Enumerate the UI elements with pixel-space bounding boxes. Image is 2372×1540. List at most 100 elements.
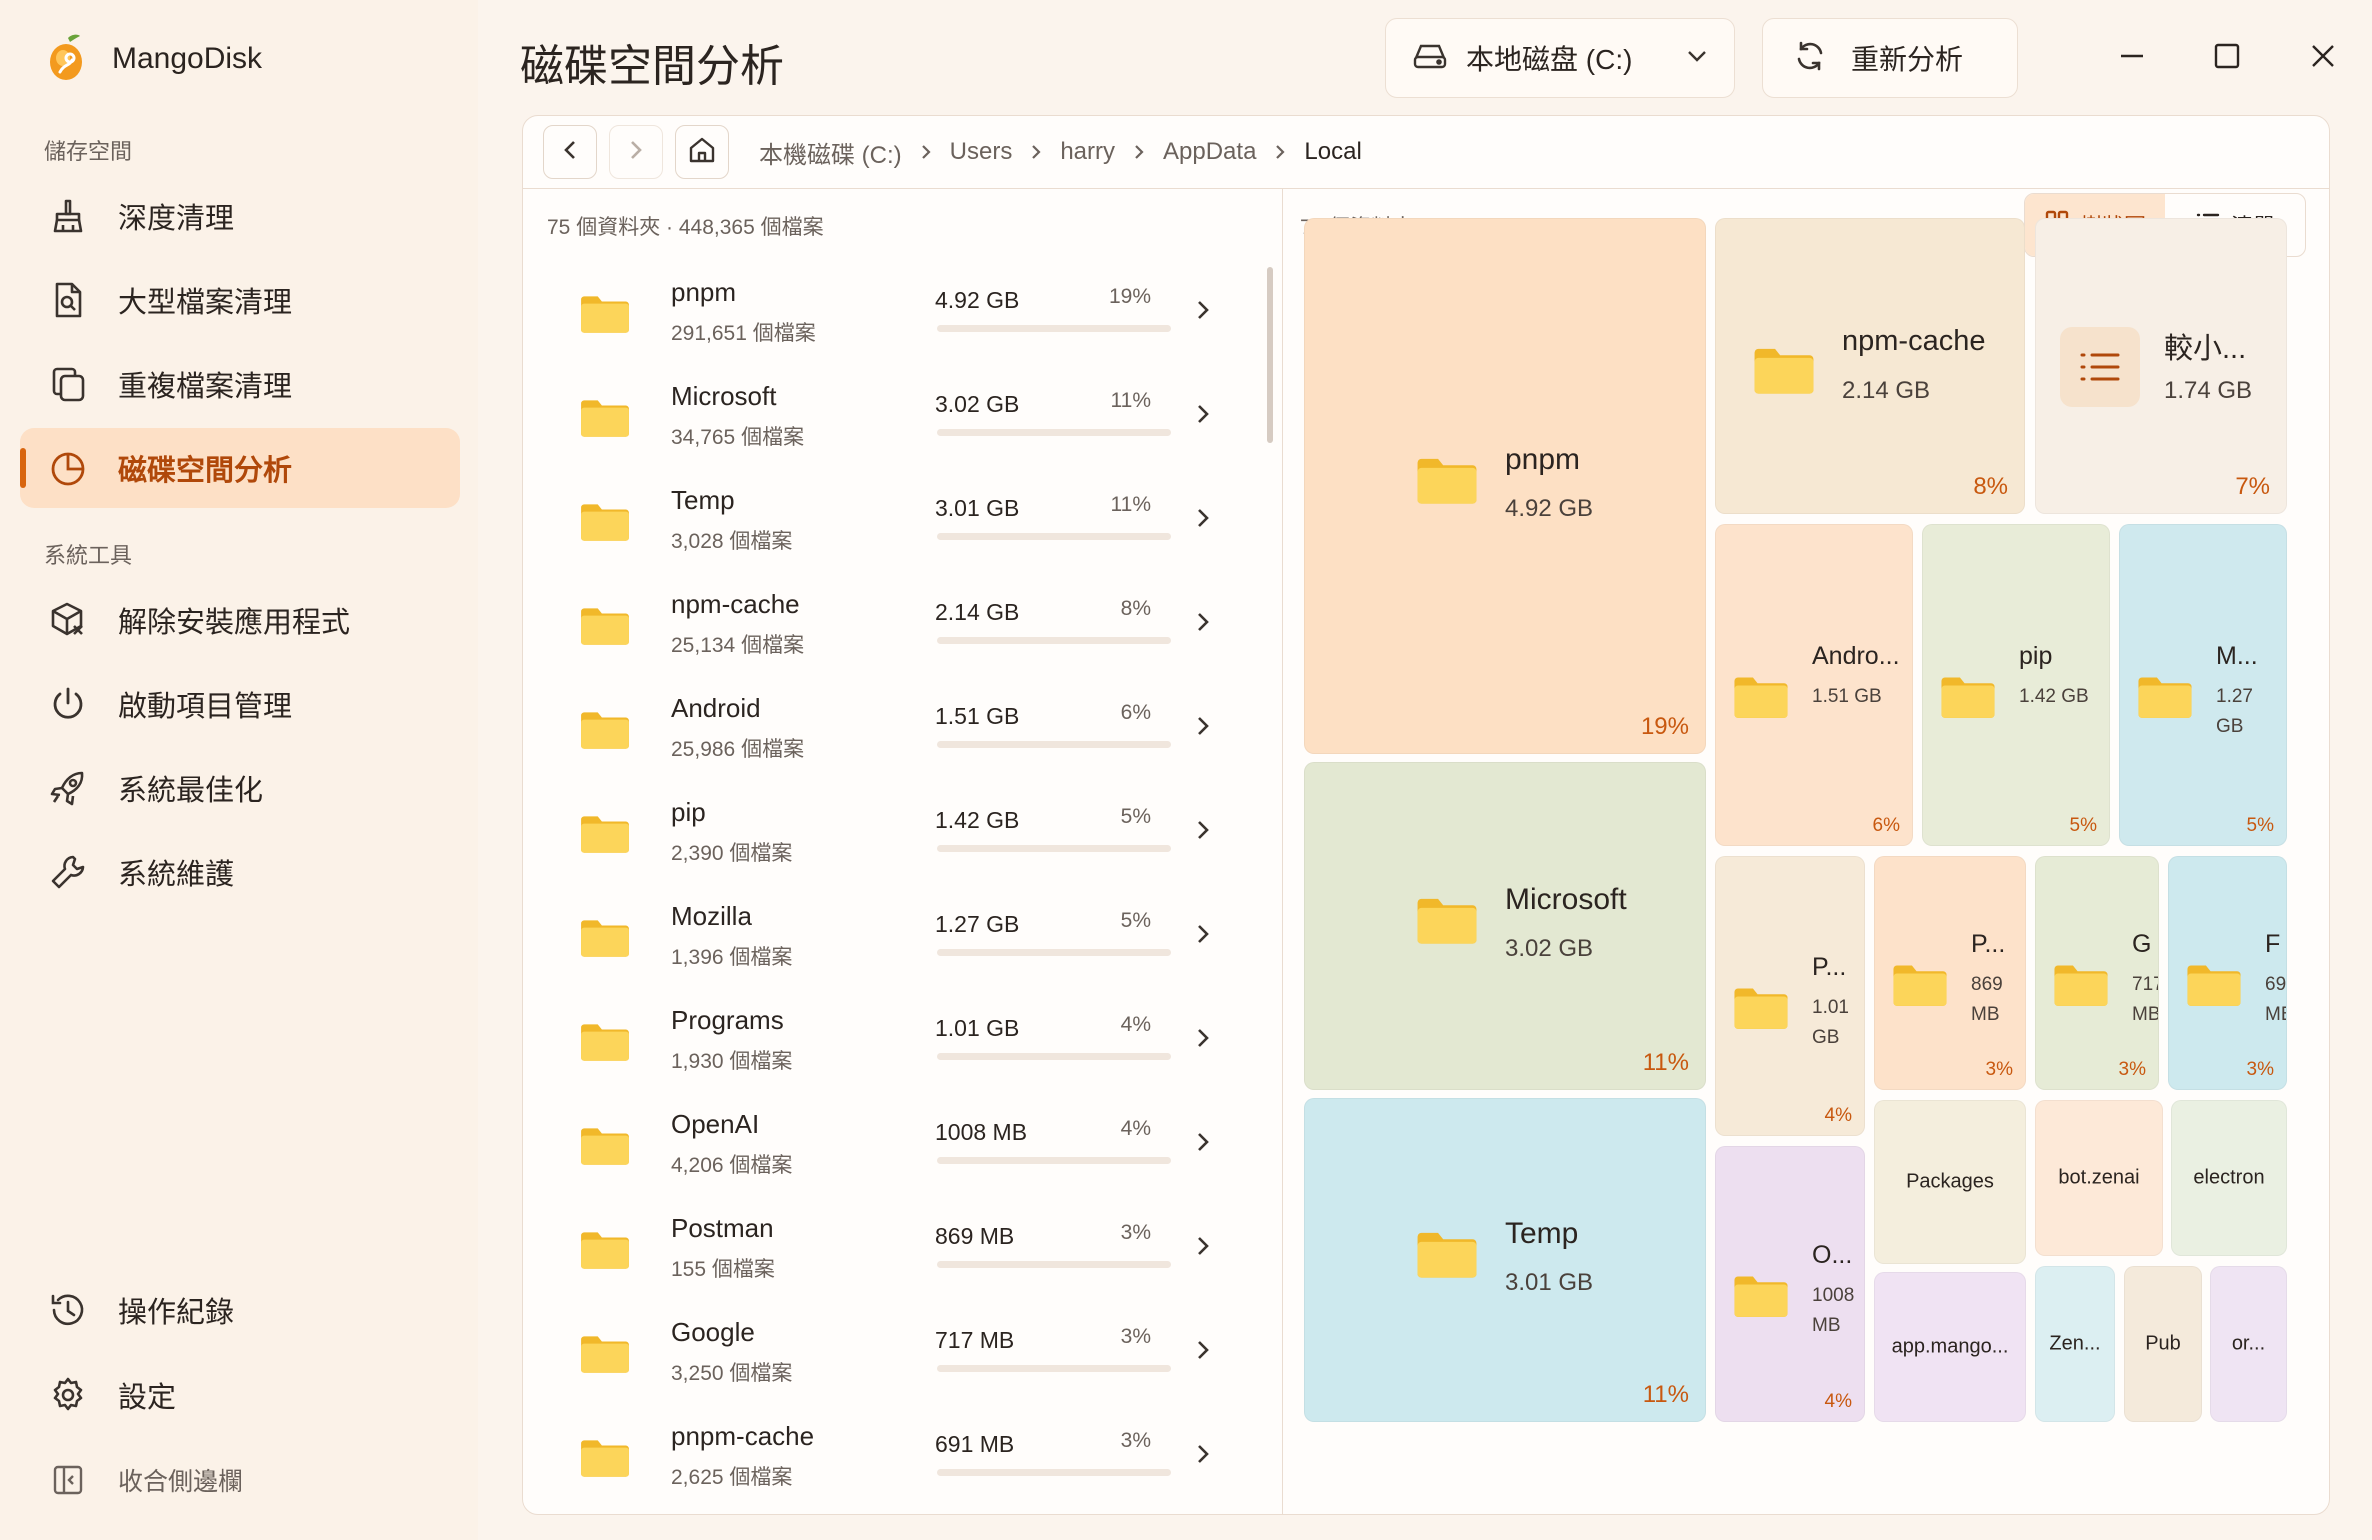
folder-icon <box>1732 1273 1790 1323</box>
sidebar-item-duplicates[interactable]: 重複檔案清理 <box>20 344 460 424</box>
folder-row[interactable]: pnpm-cache 2,625 個檔案 691 MB 3% <box>523 1407 1263 1511</box>
sidebar-item-uninstall[interactable]: 解除安裝應用程式 <box>20 580 460 660</box>
treemap-tile-programs[interactable]: P... 1.01 GB 4% <box>1715 856 1865 1136</box>
folder-icon <box>579 1229 631 1275</box>
folder-percent: 6% <box>1120 701 1151 724</box>
treemap-tile-pnpmcache[interactable]: F 691 MB 3% <box>2168 856 2287 1090</box>
tile-name: O... <box>1812 1241 1853 1269</box>
chevron-right-icon[interactable] <box>1195 713 1211 744</box>
folder-row[interactable]: OpenAI 4,206 個檔案 1008 MB 4% <box>523 1095 1263 1199</box>
treemap-tile-microsoft[interactable]: Microsoft 3.02 GB 11% <box>1304 762 1706 1090</box>
brand: MangoDisk <box>46 30 262 88</box>
back-button[interactable] <box>543 125 597 179</box>
treemap-tile-pip[interactable]: pip 1.42 GB 5% <box>1922 524 2110 846</box>
chevron-right-icon[interactable] <box>1195 1129 1211 1160</box>
folder-size: 691 MB <box>935 1431 1015 1457</box>
treemap-tile-or[interactable]: or... <box>2210 1266 2287 1422</box>
chevron-right-icon[interactable] <box>1195 1337 1211 1368</box>
usage-bar <box>937 637 1171 644</box>
sidebar-item-settings[interactable]: 設定 <box>20 1355 460 1435</box>
chevron-right-icon[interactable] <box>1195 401 1211 432</box>
treemap-tile-pnpm[interactable]: pnpm 4.92 GB 19% <box>1304 218 1706 754</box>
treemap-tile-appmango[interactable]: app.mango... <box>1874 1272 2026 1422</box>
chevron-right-icon <box>627 138 645 167</box>
sidebar-item-history[interactable]: 操作紀錄 <box>20 1270 460 1350</box>
folder-file-count: 25,986 個檔案 <box>671 738 805 761</box>
minimize-button[interactable] <box>2104 30 2160 86</box>
chevron-right-icon[interactable] <box>1195 1233 1211 1264</box>
folder-row[interactable]: Microsoft 34,765 個檔案 3.02 GB 11% <box>523 367 1263 471</box>
treemap-tile-botzenai[interactable]: bot.zenai <box>2035 1100 2163 1256</box>
sidebar-item-startup[interactable]: 啟動項目管理 <box>20 664 460 744</box>
list-scrollbar[interactable] <box>1267 267 1273 443</box>
tile-size: 869 MB <box>1971 974 2003 1025</box>
forward-button[interactable] <box>609 125 663 179</box>
folder-file-count: 3,250 個檔案 <box>671 1362 793 1385</box>
chevron-right-icon[interactable] <box>1195 921 1211 952</box>
treemap-tile-npmcache[interactable]: npm-cache 2.14 GB 8% <box>1715 218 2025 514</box>
breadcrumb-item[interactable]: AppData <box>1163 138 1256 166</box>
breadcrumb-item[interactable]: Users <box>950 138 1013 166</box>
sidebar-item-maintenance[interactable]: 系統維護 <box>20 832 460 912</box>
home-icon <box>687 135 717 170</box>
sidebar-item-optimize[interactable]: 系統最佳化 <box>20 748 460 828</box>
sidebar-item-disk-analysis[interactable]: 磁碟空間分析 <box>20 428 460 508</box>
sidebar-item-label: 大型檔案清理 <box>118 287 293 319</box>
home-button[interactable] <box>675 125 729 179</box>
folder-icon <box>1752 345 1816 400</box>
maximize-button[interactable] <box>2199 30 2255 86</box>
breadcrumb-item[interactable]: harry <box>1060 138 1115 166</box>
reanalyze-button[interactable]: 重新分析 <box>1762 18 2018 98</box>
drive-selector[interactable]: 本地磁盘 (C:) <box>1385 18 1735 98</box>
folder-icon <box>2185 962 2243 1012</box>
folder-percent: 11% <box>1110 389 1151 412</box>
folder-row[interactable]: Programs 1,930 個檔案 1.01 GB 4% <box>523 991 1263 1095</box>
tile-name: bot.zenai <box>2058 1166 2140 1189</box>
folder-row[interactable]: Google 3,250 個檔案 717 MB 3% <box>523 1303 1263 1407</box>
treemap-tile-zen[interactable]: Zen... <box>2035 1266 2115 1422</box>
breadcrumb-item[interactable]: 本機磁碟 (C:) <box>759 135 902 170</box>
treemap-tile-google[interactable]: G 717 MB 3% <box>2035 856 2159 1090</box>
treemap-tile-mozilla[interactable]: M... 1.27 GB 5% <box>2119 524 2287 846</box>
folder-row[interactable]: Temp 3,028 個檔案 3.01 GB 11% <box>523 471 1263 575</box>
breadcrumb: 本機磁碟 (C:) Users harry AppData Local <box>759 135 1362 170</box>
sidebar-item-large-files[interactable]: 大型檔案清理 <box>20 260 460 340</box>
folder-row[interactable]: Android 25,986 個檔案 1.51 GB 6% <box>523 679 1263 783</box>
wrench-icon <box>48 852 88 892</box>
folder-row[interactable]: pnpm 291,651 個檔案 4.92 GB 19% <box>523 263 1263 367</box>
treemap-tile-packages[interactable]: Packages <box>1874 1100 2026 1264</box>
treemap-tile-temp[interactable]: Temp 3.01 GB 11% <box>1304 1098 1706 1422</box>
chevron-right-icon[interactable] <box>1195 297 1211 328</box>
tile-name: Zen... <box>2049 1332 2101 1355</box>
treemap-tile-pub[interactable]: Pub <box>2124 1266 2202 1422</box>
treemap-tile-openai[interactable]: O... 1008 MB 4% <box>1715 1146 1865 1422</box>
folder-row[interactable]: npm-cache 25,134 個檔案 2.14 GB 8% <box>523 575 1263 679</box>
treemap-tile-android[interactable]: Andro... 1.51 GB 6% <box>1715 524 1913 846</box>
folder-icon <box>579 709 631 755</box>
chevron-right-icon[interactable] <box>1195 609 1211 640</box>
chevron-right-icon[interactable] <box>1195 1441 1211 1472</box>
sidebar-item-deep-clean[interactable]: 深度清理 <box>20 176 460 256</box>
treemap-tile-electron[interactable]: electron <box>2171 1100 2287 1256</box>
folder-row[interactable]: Postman 155 個檔案 869 MB 3% <box>523 1199 1263 1303</box>
tile-percent: 8% <box>1973 473 2008 500</box>
folder-icon <box>579 1333 631 1379</box>
tile-size: 1.74 GB <box>2164 377 2253 404</box>
folder-percent: 11% <box>1110 493 1151 516</box>
folder-percent: 19% <box>1108 285 1151 308</box>
folder-row[interactable]: pip 2,390 個檔案 1.42 GB 5% <box>523 783 1263 887</box>
storage-section-label: 儲存空間 <box>44 139 133 164</box>
tile-size: 717 MB <box>2132 974 2159 1025</box>
folder-size: 3.02 GB <box>935 391 1020 417</box>
chevron-right-icon[interactable] <box>1195 505 1211 536</box>
treemap-tile-postman[interactable]: P... 869 MB 3% <box>1874 856 2026 1090</box>
sidebar-item-label: 收合側邊欄 <box>118 1468 244 1496</box>
tile-percent: 3% <box>2246 1059 2274 1080</box>
chevron-right-icon[interactable] <box>1195 1025 1211 1056</box>
chevron-right-icon[interactable] <box>1195 817 1211 848</box>
treemap-tile-smaller[interactable]: 較小... 1.74 GB 7% <box>2035 218 2287 514</box>
folder-name: Temp <box>671 485 735 515</box>
close-button[interactable] <box>2295 30 2351 86</box>
collapse-sidebar-button[interactable]: 收合側邊欄 <box>20 1440 460 1520</box>
folder-row[interactable]: Mozilla 1,396 個檔案 1.27 GB 5% <box>523 887 1263 991</box>
